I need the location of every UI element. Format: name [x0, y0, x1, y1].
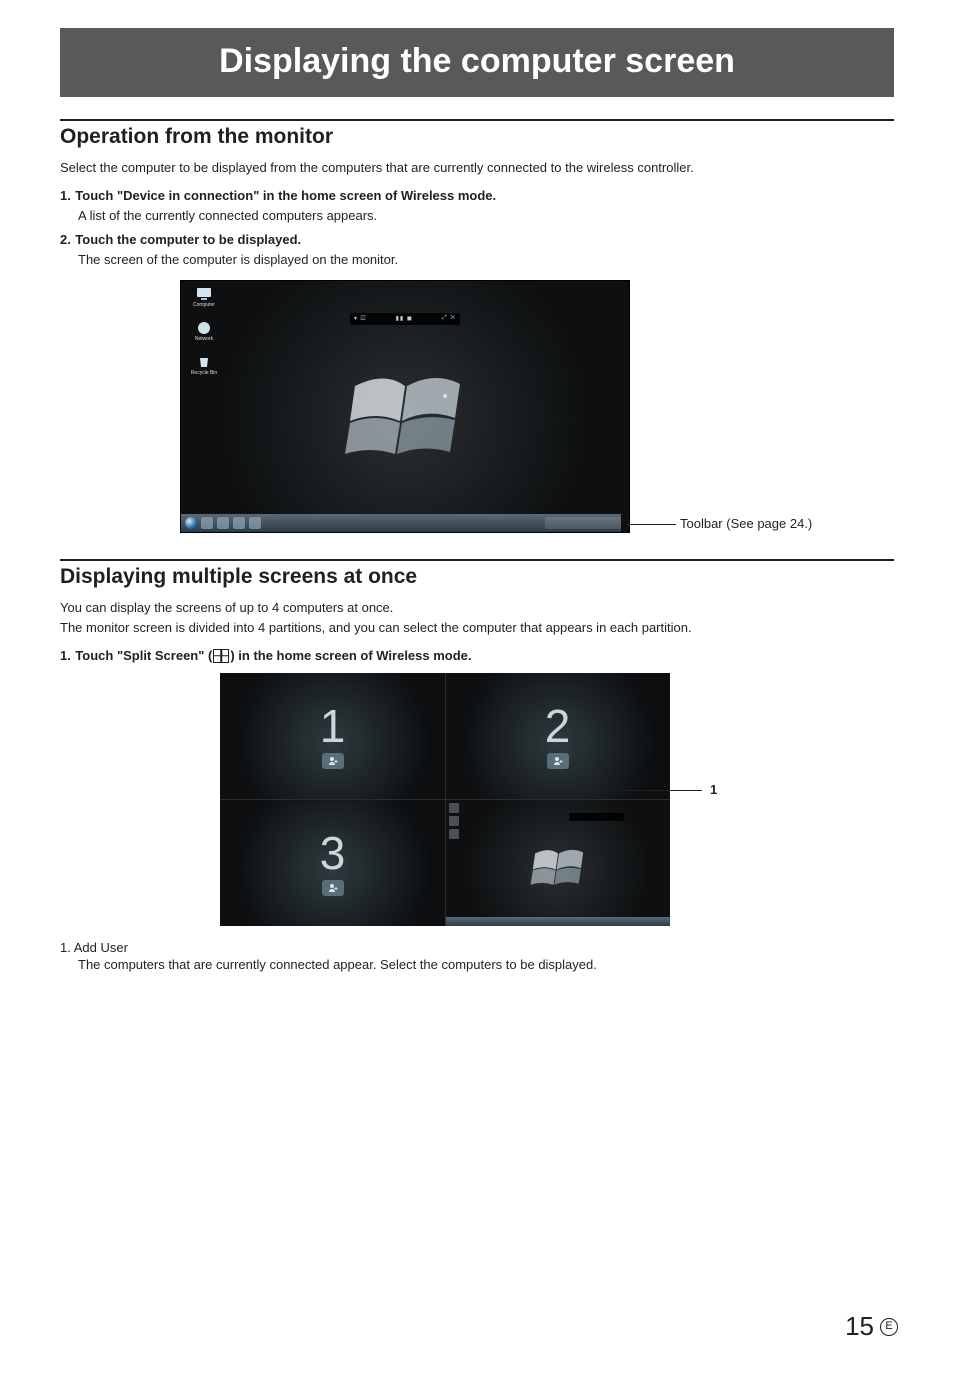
desktop-icon-label: Recycle Bin	[189, 370, 219, 376]
page-number: 15 E	[845, 1311, 898, 1342]
desktop-icon-computer: Computer	[189, 287, 219, 308]
taskbar-item	[233, 517, 245, 529]
desktop-icon-network: Network	[189, 321, 219, 342]
split-screen-icon	[213, 649, 229, 663]
legend-body: The computers that are currently connect…	[78, 957, 894, 972]
step-text-pre: Touch "Split Screen" (	[75, 648, 212, 663]
taskbar-item	[217, 517, 229, 529]
step-number: 1.	[60, 188, 71, 203]
step-text-post: ) in the home screen of Wireless mode.	[230, 648, 471, 663]
legend-num: 1.	[60, 940, 71, 955]
step-sub: The screen of the computer is displayed …	[78, 251, 894, 269]
windows-logo	[345, 366, 465, 456]
partition-number: 3	[320, 830, 346, 876]
partition-4	[445, 799, 670, 926]
windows-logo	[530, 844, 585, 886]
step-number: 2.	[60, 232, 71, 247]
screenshot-split: 1 2 3	[220, 673, 670, 926]
section-heading-multiple: Displaying multiple screens at once	[60, 565, 894, 589]
section1-steps: 1. Touch "Device in connection" in the h…	[60, 187, 894, 269]
section2-steps: 1. Touch "Split Screen" ( ) in the home s…	[60, 647, 894, 665]
system-tray	[545, 517, 625, 529]
screenshot-2-wrap: 1 2 3	[220, 673, 900, 926]
step-number: 1.	[60, 648, 71, 663]
partition-number: 1	[320, 703, 346, 749]
taskbar-item	[201, 517, 213, 529]
desktop-icon-label: Network	[189, 336, 219, 342]
section2-intro2: The monitor screen is divided into 4 par…	[60, 619, 894, 637]
desktop-icon-recycle: Recycle Bin	[189, 355, 219, 376]
step-title: Touch the computer to be displayed.	[75, 232, 301, 247]
partition-2: 2	[445, 673, 670, 800]
start-orb-icon	[185, 517, 197, 529]
partition-number: 2	[545, 703, 571, 749]
legend: 1. Add User The computers that are curre…	[60, 940, 894, 972]
section1-intro: Select the computer to be displayed from…	[60, 159, 894, 177]
desktop-icon-label: Computer	[189, 302, 219, 308]
section-heading-operation: Operation from the monitor	[60, 125, 894, 149]
screenshot-1-wrap: Computer Network Recycle Bin ▾ ⎚▮▮ ◼⤢ ✕	[180, 280, 880, 533]
floating-toolbar: ▾ ⎚▮▮ ◼⤢ ✕	[350, 313, 460, 325]
callout-leader	[569, 790, 702, 791]
taskbar	[181, 514, 629, 532]
step-1: 1. Touch "Split Screen" ( ) in the home s…	[60, 647, 894, 665]
taskbar-item	[249, 517, 261, 529]
legend-title: Add User	[74, 940, 128, 955]
section2-intro1: You can display the screens of up to 4 c…	[60, 599, 894, 617]
partition-1: 1	[220, 673, 445, 800]
page-title-banner: Displaying the computer screen	[60, 28, 894, 97]
partition-3: 3	[220, 799, 445, 926]
page-number-value: 15	[845, 1311, 874, 1342]
split-divider-horizontal	[220, 799, 670, 800]
rule	[60, 119, 894, 121]
mini-toolbar	[569, 813, 624, 821]
mini-taskbar	[445, 917, 670, 926]
screenshot-monitor: Computer Network Recycle Bin ▾ ⎚▮▮ ◼⤢ ✕	[180, 280, 630, 533]
add-user-icon	[547, 753, 569, 769]
callout-number-1: 1	[710, 782, 717, 797]
page-suffix-badge: E	[880, 1318, 898, 1336]
add-user-icon	[322, 880, 344, 896]
add-user-icon	[322, 753, 344, 769]
step-sub: A list of the currently connected comput…	[78, 207, 894, 225]
step-2: 2. Touch the computer to be displayed. T…	[60, 231, 894, 269]
toolbar-handle	[621, 514, 629, 532]
step-title: Touch "Device in connection" in the home…	[75, 188, 496, 203]
callout-toolbar: Toolbar (See page 24.)	[680, 516, 812, 531]
step-1: 1. Touch "Device in connection" in the h…	[60, 187, 894, 225]
callout-leader	[626, 524, 676, 525]
rule	[60, 559, 894, 561]
